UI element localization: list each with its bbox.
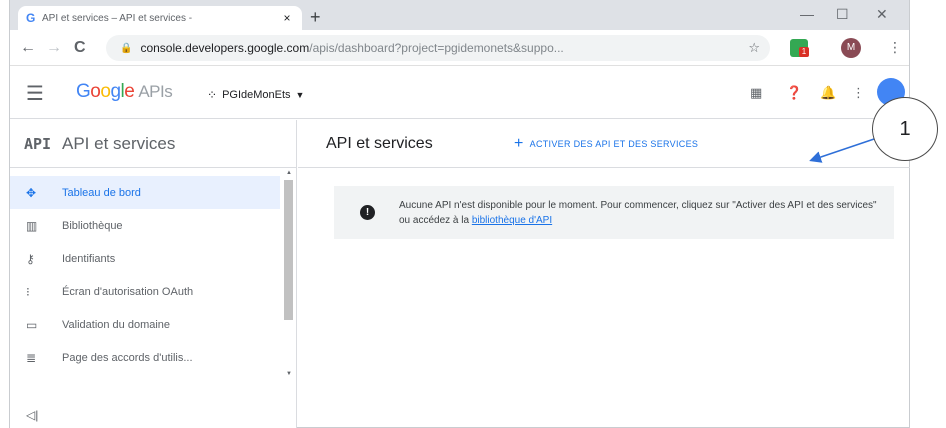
project-dots-icon: ⁘ <box>207 88 218 102</box>
hamburger-menu-icon[interactable]: ☰ <box>26 81 44 106</box>
url-path: /apis/dashboard?project=pgidemonets&supp… <box>309 41 564 55</box>
scroll-down-icon[interactable]: ▼ <box>286 371 292 377</box>
info-message: Aucune API n'est disponible pour le mome… <box>399 199 877 226</box>
scroll-thumb[interactable] <box>284 180 293 320</box>
scroll-up-icon[interactable]: ▲ <box>286 170 292 176</box>
library-icon: ▥ <box>26 218 38 233</box>
browser-menu-icon[interactable]: ⋮ <box>888 39 902 56</box>
sidebar-title: API et services <box>62 133 176 153</box>
sidebar-item-label: Tableau de bord <box>62 186 141 199</box>
sidebar-item-label: Écran d'autorisation OAuth <box>62 285 194 298</box>
project-name: PGIdeMonEts <box>222 89 291 101</box>
sidebar-scrollbar[interactable]: ▲ ▼ <box>282 168 295 408</box>
collapse-sidebar-icon[interactable]: ◁| <box>26 408 38 422</box>
library-link[interactable]: bibliothèque d'API <box>472 215 552 226</box>
consent-icon: ⁝ <box>26 284 30 299</box>
browser-tab[interactable]: G API et services – API et services - × <box>18 6 302 30</box>
profile-avatar[interactable]: M <box>841 38 861 58</box>
sidebar-nav: ✥ Tableau de bord ▥ Bibliothèque ⚷ Ident… <box>10 176 280 374</box>
info-icon: ! <box>360 205 375 220</box>
sidebar-item-label: Bibliothèque <box>62 219 123 232</box>
agreements-icon: ≣ <box>26 350 37 365</box>
sidebar-item-label: Validation du domaine <box>62 318 171 331</box>
page-title: API et services <box>326 134 433 152</box>
window-close-button[interactable]: ✕ <box>876 6 888 23</box>
sidebar-header: API API et services <box>10 120 296 168</box>
domain-icon: ▭ <box>26 317 38 332</box>
google-apis-logo[interactable]: Google APIs <box>76 81 173 103</box>
sidebar-item-agreements[interactable]: ≣ Page des accords d'utilis... <box>10 341 280 374</box>
maximize-button[interactable]: ☐ <box>836 6 849 23</box>
forward-button[interactable]: → <box>46 39 62 57</box>
help-icon[interactable]: ❓ <box>786 85 802 101</box>
bookmark-star-icon[interactable]: ☆ <box>748 40 760 56</box>
tab-close-icon[interactable]: × <box>280 11 294 25</box>
callout-number: 1 <box>872 97 938 161</box>
more-options-icon[interactable]: ⋮ <box>852 85 865 101</box>
main-content: API et services + ACTIVER DES API ET DES… <box>298 120 910 428</box>
dashboard-icon: ✥ <box>26 185 37 200</box>
plus-icon: + <box>514 134 524 152</box>
enable-apis-button[interactable]: + ACTIVER DES API ET DES SERVICES <box>514 135 698 153</box>
tab-title: API et services – API et services - <box>42 12 193 24</box>
lock-icon: 🔒 <box>120 42 133 54</box>
api-logo-icon: API <box>24 134 52 153</box>
extension-badge: 1 <box>799 47 809 57</box>
sidebar-item-label: Identifiants <box>62 252 116 265</box>
google-favicon-icon: G <box>26 11 36 25</box>
browser-window: G API et services – API et services - × … <box>9 0 910 428</box>
back-button[interactable]: ← <box>20 39 36 57</box>
chevron-down-icon: ▼ <box>295 90 305 100</box>
reload-button[interactable]: C <box>74 39 86 57</box>
minimize-button[interactable]: — <box>800 6 814 22</box>
sidebar-item-domain-verification[interactable]: ▭ Validation du domaine <box>10 308 280 341</box>
url-bar[interactable]: 🔒 console.developers.google.com /apis/da… <box>106 35 770 61</box>
url-host: console.developers.google.com <box>140 41 310 55</box>
extension-icon[interactable]: 1 <box>790 39 809 57</box>
key-icon: ⚷ <box>26 251 35 266</box>
project-selector[interactable]: ⁘ PGIdeMonEts ▼ <box>207 88 304 102</box>
sidebar-item-oauth-consent[interactable]: ⁝ Écran d'autorisation OAuth <box>10 275 280 308</box>
sidebar-item-library[interactable]: ▥ Bibliothèque <box>10 209 280 242</box>
notifications-bell-icon[interactable]: 🔔 <box>820 85 836 101</box>
sidebar-item-label: Page des accords d'utilis... <box>62 351 193 364</box>
console-header: ☰ Google APIs ⁘ PGIdeMonEts ▼ ▦ ❓ 🔔 ⋮ <box>10 67 909 119</box>
main-header: API et services + ACTIVER DES API ET DES… <box>298 120 910 168</box>
sidebar: API API et services ✥ Tableau de bord ▥ … <box>10 120 297 428</box>
address-bar-row: ← → C 🔒 console.developers.google.com /a… <box>10 30 909 66</box>
gift-icon[interactable]: ▦ <box>750 85 762 101</box>
sidebar-item-credentials[interactable]: ⚷ Identifiants <box>10 242 280 275</box>
enable-apis-label: ACTIVER DES API ET DES SERVICES <box>529 138 699 149</box>
info-banner: ! Aucune API n'est disponible pour le mo… <box>334 186 894 239</box>
new-tab-button[interactable]: + <box>310 7 321 28</box>
sidebar-item-dashboard[interactable]: ✥ Tableau de bord <box>10 176 280 209</box>
tab-strip: G API et services – API et services - × … <box>10 0 909 30</box>
